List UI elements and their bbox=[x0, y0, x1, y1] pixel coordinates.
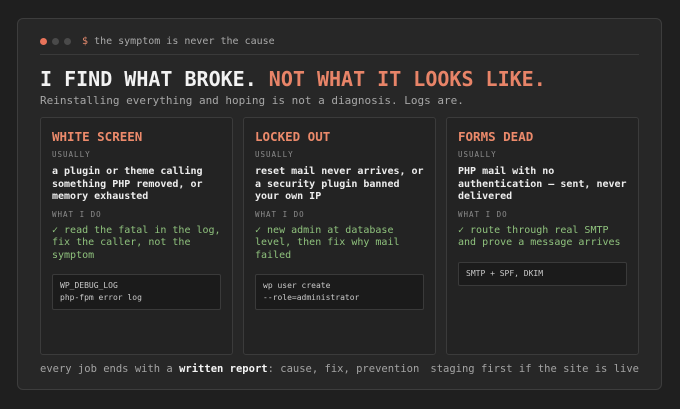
card-usually-label: USUALLY bbox=[52, 150, 91, 159]
header-divider bbox=[40, 54, 639, 55]
subtitle: Reinstalling everything and hoping is no… bbox=[40, 94, 464, 107]
code-line: WP_DEBUG_LOG bbox=[60, 281, 118, 290]
card-forms-dead: FORMS DEAD USUALLY PHP mail with no auth… bbox=[446, 117, 639, 355]
card-locked-out: LOCKED OUT USUALLY reset mail never arri… bbox=[243, 117, 436, 355]
footer-right: staging first if the site is live bbox=[430, 363, 639, 375]
card-description: PHP mail with no authentication — sent, … bbox=[458, 166, 627, 202]
card-usually-label: USUALLY bbox=[255, 150, 294, 159]
window-dot-gray-2 bbox=[64, 37, 71, 45]
card-title: LOCKED OUT bbox=[255, 129, 331, 144]
code-snippet: wp user create --role=administrator bbox=[255, 274, 424, 310]
card-description: a plugin or theme calling something PHP … bbox=[52, 166, 203, 202]
terminal-window: $ the symptom is never the cause I FIND … bbox=[17, 18, 662, 390]
window-dot-red bbox=[40, 37, 47, 45]
code-line: php-fpm error log bbox=[60, 293, 142, 302]
prompt-line: $ the symptom is never the cause bbox=[82, 36, 275, 47]
footer-left: every job ends with a written report: ca… bbox=[40, 363, 419, 375]
prompt-text: the symptom is never the cause bbox=[94, 35, 275, 47]
headline-part-2: NOT WHAT IT LOOKS LIKE. bbox=[268, 67, 546, 91]
code-line: SMTP + SPF, DKIM bbox=[466, 268, 544, 278]
code-snippet: SMTP + SPF, DKIM bbox=[458, 261, 627, 286]
window-topbar: $ the symptom is never the cause bbox=[40, 33, 275, 49]
footer-left-suffix: : cause, fix, prevention bbox=[267, 363, 420, 375]
headline-part-1: I FIND WHAT BROKE. bbox=[40, 67, 257, 91]
footer-left-prefix: every job ends with a bbox=[40, 363, 173, 375]
footer-left-strong: written report bbox=[179, 363, 268, 375]
card-fix: ✓ new admin at database level, then fix … bbox=[255, 224, 400, 261]
card-action-label: WHAT I DO bbox=[255, 209, 305, 219]
code-snippet: WP_DEBUG_LOG php-fpm error log bbox=[52, 274, 221, 310]
card-fix: ✓ route through real SMTP and prove a me… bbox=[458, 224, 621, 249]
window-dot-gray-1 bbox=[52, 37, 59, 45]
card-description: reset mail never arrives, or a security … bbox=[255, 166, 424, 202]
card-white-screen: WHITE SCREEN USUALLY a plugin or theme c… bbox=[40, 117, 233, 355]
card-title: FORMS DEAD bbox=[458, 129, 534, 144]
code-line: wp user create bbox=[263, 281, 331, 290]
headline: I FIND WHAT BROKE. NOT WHAT IT LOOKS LIK… bbox=[40, 67, 546, 91]
card-title: WHITE SCREEN bbox=[52, 129, 143, 144]
card-action-label: WHAT I DO bbox=[458, 209, 508, 219]
prompt-sign: $ bbox=[82, 35, 89, 47]
card-usually-label: USUALLY bbox=[458, 150, 497, 159]
card-fix: ✓ read the fatal in the log, fix the cal… bbox=[52, 224, 221, 261]
card-action-label: WHAT I DO bbox=[52, 209, 102, 219]
code-line: --role=administrator bbox=[263, 293, 360, 302]
